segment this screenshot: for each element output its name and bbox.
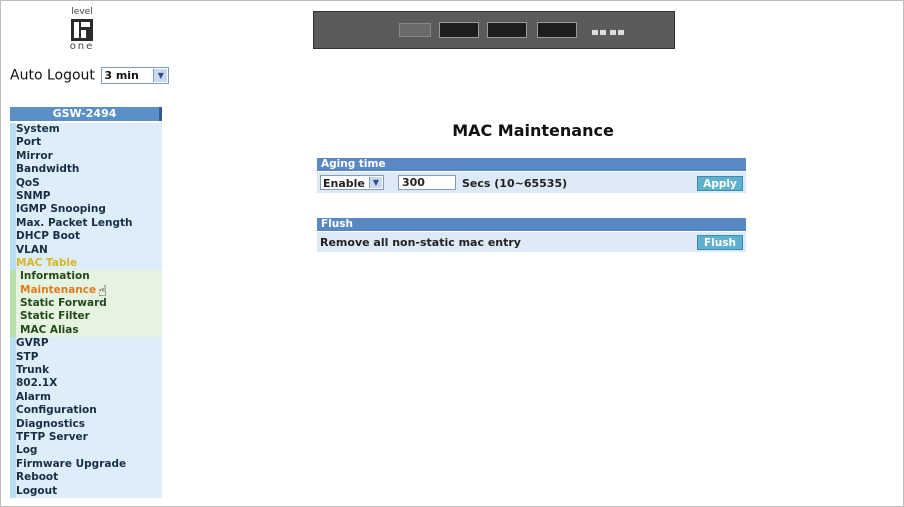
flush-button[interactable]: Flush <box>697 235 743 250</box>
page-title: MAC Maintenance <box>452 121 614 140</box>
sidebar-item-alarm[interactable]: Alarm <box>10 390 162 405</box>
flush-description: Remove all non-static mac entry <box>320 236 521 249</box>
sidebar-item-log[interactable]: Log <box>10 444 162 458</box>
aging-time-input[interactable]: 300 <box>398 175 456 190</box>
aging-time-row: Enable ▼ 300 Secs (10~65535) Apply <box>317 172 746 193</box>
sidebar-item-vlan[interactable]: VLAN <box>10 243 162 257</box>
sidebar-item-reboot[interactable]: Reboot <box>10 471 162 485</box>
auto-logout-value: 3 min <box>104 69 139 82</box>
chevron-down-icon[interactable]: ▼ <box>369 177 382 188</box>
sidebar-item-igmp-snooping[interactable]: IGMP Snooping <box>10 203 162 217</box>
auto-logout-label: Auto Logout <box>10 67 95 84</box>
aging-select-value: Enable <box>323 177 365 190</box>
switch-front-panel-image <box>313 11 675 49</box>
sidebar-menu: System Port Mirror Bandwidth QoS SNMP IGMP Sno… <box>10 123 162 498</box>
levelone-logo: level one <box>64 8 100 52</box>
sidebar-item-bandwidth[interactable]: Bandwidth <box>10 163 162 177</box>
aging-unit-label: Secs (10~65535) <box>462 177 568 190</box>
sidebar-item-trunk[interactable]: Trunk <box>10 364 162 378</box>
hand-cursor-icon: ☝ <box>98 282 108 300</box>
sidebar-item-stp[interactable]: STP <box>10 350 162 365</box>
auto-logout: Auto Logout 3 min ▼ <box>10 67 170 84</box>
sidebar-item-tftp-server[interactable]: TFTP Server <box>10 430 162 445</box>
sidebar-item-snmp[interactable]: SNMP <box>10 189 162 204</box>
aging-enable-select[interactable]: Enable ▼ <box>320 175 384 190</box>
flush-header: Flush <box>317 218 746 231</box>
sidebar-item-static-filter[interactable]: Static Filter <box>10 310 162 324</box>
logo-mark-icon <box>71 19 93 41</box>
sidebar-item-firmware-upgrade[interactable]: Firmware Upgrade <box>10 457 162 472</box>
sidebar-item-configuration[interactable]: Configuration <box>10 404 162 418</box>
sidebar-item-802-1x[interactable]: 802.1X <box>10 377 162 391</box>
sidebar-item-gvrp[interactable]: GVRP <box>10 337 162 351</box>
sidebar-item-static-forward[interactable]: Static Forward <box>10 297 162 311</box>
sidebar-item-dhcp-boot[interactable]: DHCP Boot <box>10 230 162 244</box>
chevron-down-icon[interactable]: ▼ <box>153 69 168 82</box>
auto-logout-select[interactable]: 3 min ▼ <box>101 67 170 84</box>
apply-button[interactable]: Apply <box>697 176 743 191</box>
sidebar-item-max-packet-length[interactable]: Max. Packet Length <box>10 216 162 231</box>
sidebar-item-mac-table[interactable]: MAC Table <box>10 256 162 271</box>
sidebar-item-port[interactable]: Port <box>10 136 162 150</box>
sidebar-item-diagnostics[interactable]: Diagnostics <box>10 417 162 431</box>
aging-time-header: Aging time <box>317 158 746 171</box>
sidebar-item-information[interactable]: Information <box>10 270 162 284</box>
sidebar-item-mirror[interactable]: Mirror <box>10 149 162 164</box>
sidebar-item-logout[interactable]: Logout <box>10 484 162 498</box>
sidebar-item-system[interactable]: System <box>10 123 162 137</box>
logo-bottom-text: one <box>69 41 95 52</box>
logo-top-text: level <box>71 7 93 17</box>
flush-row: Remove all non-static mac entry Flush <box>317 232 746 252</box>
menu-header: GSW-2494 <box>10 107 162 121</box>
sidebar-item-qos[interactable]: QoS <box>10 176 162 190</box>
sidebar-item-maintenance[interactable]: Maintenance <box>10 283 162 298</box>
sidebar-item-mac-alias[interactable]: MAC Alias <box>10 323 162 338</box>
